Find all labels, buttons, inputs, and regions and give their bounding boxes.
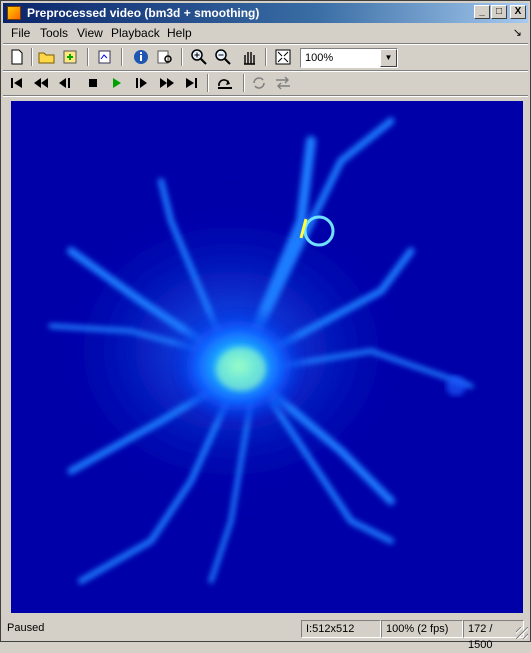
zoom-fps: 100% (2 fps) bbox=[381, 620, 463, 638]
main-toolbar: 100% ▼ bbox=[3, 45, 528, 69]
rewind-icon[interactable] bbox=[31, 73, 51, 93]
chevron-down-icon[interactable]: ▼ bbox=[380, 49, 397, 67]
fit-to-window-icon[interactable] bbox=[273, 47, 293, 67]
video-frame[interactable] bbox=[11, 101, 523, 613]
step-forward-icon[interactable] bbox=[131, 73, 151, 93]
pixel-region-icon[interactable] bbox=[155, 47, 175, 67]
print-to-figure-icon[interactable] bbox=[95, 47, 115, 67]
title-bar[interactable]: Preprocessed video (bm3d + smoothing) _ … bbox=[3, 3, 528, 23]
stop-icon[interactable] bbox=[83, 73, 103, 93]
toolbar-separator bbox=[181, 48, 183, 66]
zoom-out-icon[interactable] bbox=[213, 47, 233, 67]
menu-playback[interactable]: Playback bbox=[111, 26, 160, 40]
toolbar-separator bbox=[121, 48, 123, 66]
step-back-icon[interactable] bbox=[55, 73, 75, 93]
export-icon[interactable] bbox=[61, 47, 81, 67]
play-icon[interactable] bbox=[107, 73, 127, 93]
menu-tools[interactable]: Tools bbox=[40, 26, 68, 40]
app-window: Preprocessed video (bm3d + smoothing) _ … bbox=[0, 0, 531, 651]
image-size: I:512x512 bbox=[301, 620, 381, 638]
repeat-icon[interactable] bbox=[249, 73, 269, 93]
zoom-select[interactable]: 100% ▼ bbox=[300, 48, 398, 68]
app-icon bbox=[7, 6, 21, 20]
close-button[interactable]: X bbox=[510, 5, 526, 19]
maximize-button[interactable]: □ bbox=[491, 5, 507, 19]
menu-bar: File Tools View Playback Help ↘ bbox=[3, 24, 528, 42]
minimize-button[interactable]: _ bbox=[474, 5, 490, 19]
playback-status: Paused bbox=[7, 622, 45, 634]
toolbar-separator bbox=[243, 74, 245, 92]
menu-help[interactable]: Help bbox=[167, 26, 192, 40]
new-file-icon[interactable] bbox=[7, 47, 27, 67]
menu-file[interactable]: File bbox=[11, 26, 30, 40]
toolbar-separator bbox=[207, 74, 209, 92]
info-icon[interactable] bbox=[131, 47, 151, 67]
status-bar: Paused I:512x512 100% (2 fps) 172 / 1500 bbox=[3, 619, 528, 651]
zoom-value: 100% bbox=[305, 52, 334, 64]
playback-toolbar bbox=[3, 71, 528, 95]
frame-counter: 172 / 1500 bbox=[463, 620, 524, 651]
undock-icon[interactable]: ↘ bbox=[513, 26, 522, 39]
fast-forward-icon[interactable] bbox=[157, 73, 177, 93]
toolbar-separator bbox=[31, 48, 33, 66]
resize-grip[interactable] bbox=[516, 627, 528, 639]
divider bbox=[3, 95, 528, 97]
open-folder-icon[interactable] bbox=[37, 47, 57, 67]
go-to-first-icon[interactable] bbox=[7, 73, 27, 93]
toolbar-separator bbox=[265, 48, 267, 66]
toolbar-separator bbox=[87, 48, 89, 66]
zoom-in-icon[interactable] bbox=[189, 47, 209, 67]
menu-view[interactable]: View bbox=[77, 26, 103, 40]
jump-to-icon[interactable] bbox=[215, 73, 235, 93]
pan-hand-icon[interactable] bbox=[239, 47, 259, 67]
forward-backward-icon[interactable] bbox=[273, 73, 293, 93]
window-title: Preprocessed video (bm3d + smoothing) bbox=[27, 6, 260, 20]
microscopy-image bbox=[11, 101, 523, 613]
go-to-last-icon[interactable] bbox=[181, 73, 201, 93]
